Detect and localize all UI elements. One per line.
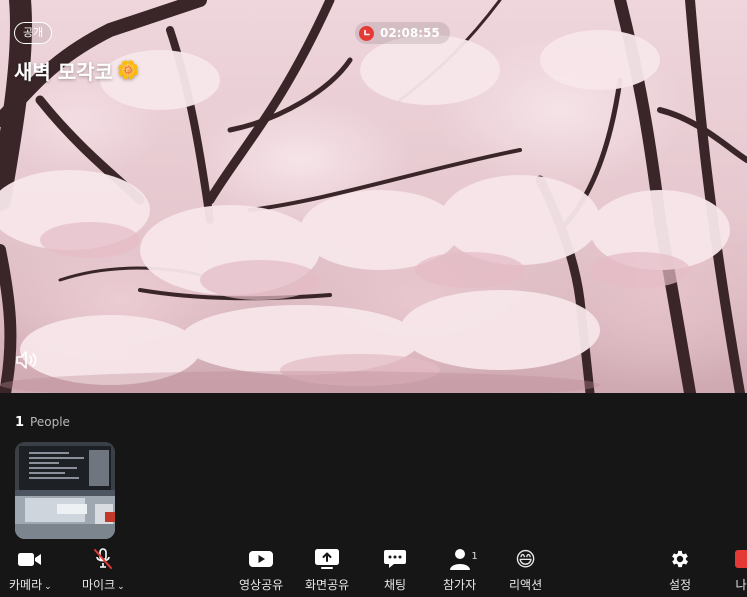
people-label: People bbox=[30, 415, 70, 429]
room-title-text: 새벽 모각코 bbox=[14, 60, 113, 84]
grinning-face-icon: 😄 bbox=[515, 547, 536, 571]
chevron-down-icon[interactable]: ⌄ bbox=[117, 582, 125, 592]
screen-share-button[interactable]: 화면공유 bbox=[305, 546, 349, 593]
flower-emoji: 🌼 bbox=[116, 60, 140, 81]
volume-button[interactable] bbox=[14, 348, 40, 376]
camera-button[interactable]: 카메라 ⌄ bbox=[9, 546, 52, 593]
leave-button[interactable]: 나 bbox=[735, 546, 747, 593]
play-screen-icon bbox=[249, 551, 274, 567]
screen-share-label: 화면공유 bbox=[305, 578, 350, 592]
participants-label: 참가자 bbox=[443, 578, 477, 592]
reaction-button[interactable]: 😄 리액션 bbox=[509, 546, 542, 593]
video-share-button[interactable]: 영상공유 bbox=[239, 546, 283, 593]
participant-video bbox=[15, 442, 115, 539]
room-title: 새벽 모각코 🌼 bbox=[14, 56, 139, 85]
exit-icon bbox=[735, 550, 747, 568]
people-count: 1 bbox=[15, 415, 25, 430]
settings-button[interactable]: 설정 bbox=[669, 546, 691, 593]
gear-icon bbox=[672, 550, 689, 568]
screen-upload-icon bbox=[315, 549, 340, 569]
chevron-down-icon[interactable]: ⌄ bbox=[44, 582, 52, 592]
camera-label: 카메라 bbox=[9, 578, 43, 592]
chat-bubble-icon bbox=[384, 550, 406, 568]
main-video[interactable]: 공개 02:08:55 새벽 모각코 🌼 bbox=[0, 0, 747, 393]
participants-button[interactable]: 1 참가자 bbox=[443, 546, 478, 593]
settings-label: 설정 bbox=[669, 578, 692, 592]
person-icon bbox=[449, 549, 470, 570]
people-header: 1 People bbox=[15, 415, 70, 430]
public-badge: 공개 bbox=[14, 22, 53, 44]
video-camera-icon bbox=[18, 553, 42, 566]
participants-count-badge: 1 bbox=[471, 550, 478, 562]
recording-timer: 02:08:55 bbox=[355, 22, 450, 44]
video-share-label: 영상공유 bbox=[239, 578, 284, 592]
speaker-icon bbox=[16, 351, 37, 369]
mic-label: 마이크 bbox=[82, 578, 116, 592]
clock-icon bbox=[359, 25, 374, 41]
reaction-label: 리액션 bbox=[509, 578, 543, 592]
timer-text: 02:08:55 bbox=[380, 26, 440, 40]
participant-tile[interactable] bbox=[15, 442, 115, 539]
leave-label: 나 bbox=[735, 578, 747, 592]
mic-button[interactable]: 마이크 ⌄ bbox=[82, 546, 125, 593]
mic-muted-icon bbox=[94, 548, 113, 569]
chat-button[interactable]: 채팅 bbox=[383, 546, 407, 593]
chat-label: 채팅 bbox=[383, 578, 407, 592]
